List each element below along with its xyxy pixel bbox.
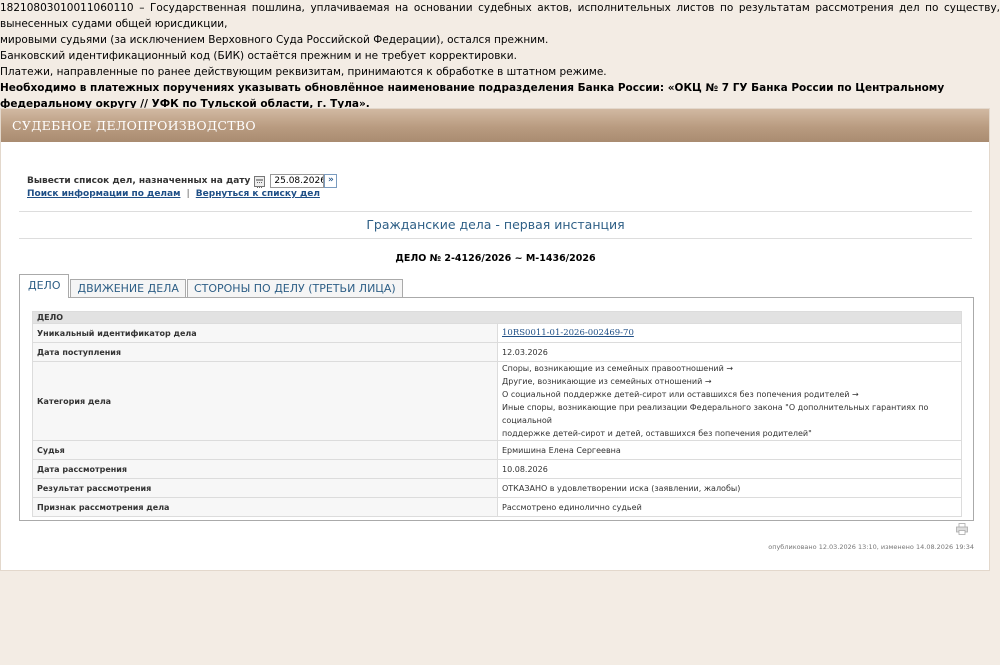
- notice-block: 18210803010011060110 – Государственная п…: [0, 0, 1000, 112]
- case-details-table: ДЕЛО Уникальный идентификатор дела 10RS0…: [32, 311, 962, 517]
- link-separator: |: [186, 189, 190, 199]
- case-tab-content: ДЕЛО Уникальный идентификатор дела 10RS0…: [19, 297, 974, 521]
- table-row: Дата поступления 12.03.2026: [32, 342, 962, 362]
- result-label: Результат рассмотрения: [32, 478, 498, 498]
- result-value: ОТКАЗАНО в удовлетворении иска (заявлени…: [497, 478, 962, 498]
- calendar-icon[interactable]: [254, 175, 266, 188]
- table-row: Результат рассмотрения ОТКАЗАНО в удовле…: [32, 478, 962, 498]
- case-tabs: ДЕЛО ДВИЖЕНИЕ ДЕЛА СТОРОНЫ ПО ДЕЛУ (ТРЕТ…: [19, 274, 404, 298]
- category-line: Иные споры, возникающие при реализации Ф…: [502, 403, 929, 425]
- notice-line: 18210803010011060110 – Государственная п…: [0, 2, 1000, 30]
- divider: [19, 238, 972, 239]
- category-label: Категория дела: [32, 361, 498, 441]
- category-line: Другие, возникающие из семейных отношени…: [502, 377, 712, 386]
- uid-link[interactable]: 10RS0011-01-2026-002469-70: [502, 328, 634, 338]
- tab-case-parties[interactable]: СТОРОНЫ ПО ДЕЛУ (ТРЕТЬИ ЛИЦА): [186, 279, 403, 298]
- table-row: Категория дела Споры, возникающие из сем…: [32, 361, 962, 441]
- date-filter-row: Вывести список дел, назначенных на дату …: [27, 173, 338, 189]
- table-row: Уникальный идентификатор дела 10RS0011-0…: [32, 323, 962, 343]
- category-line: поддержке детей-сирот и детей, оставшихс…: [502, 429, 812, 438]
- uid-label: Уникальный идентификатор дела: [32, 323, 498, 343]
- case-title: ДЕЛО № 2-4126/2026 ~ М-1436/2026: [395, 253, 596, 264]
- table-header: ДЕЛО: [32, 311, 962, 324]
- notice-line: Платежи, направленные по ранее действующ…: [0, 66, 607, 78]
- search-cases-link[interactable]: Поиск информации по делам: [27, 189, 180, 199]
- sign-label: Признак рассмотрения дела: [32, 497, 498, 517]
- table-row: Дата рассмотрения 10.08.2026: [32, 459, 962, 479]
- review-date-label: Дата рассмотрения: [32, 459, 498, 479]
- instance-title: Гражданские дела - первая инстанция: [366, 217, 625, 232]
- table-header-row: ДЕЛО: [32, 311, 962, 324]
- divider: [19, 211, 972, 212]
- nav-links: Поиск информации по делам | Вернуться к …: [27, 189, 320, 199]
- date-filter-label: Вывести список дел, назначенных на дату: [27, 176, 251, 186]
- date-input[interactable]: [270, 174, 325, 188]
- print-icon[interactable]: [956, 523, 968, 535]
- judge-label: Судья: [32, 440, 498, 460]
- panel-title: СУДЕБНОЕ ДЕЛОПРОИЗВОДСТВО: [1, 109, 989, 142]
- table-row: Судья Ермишина Елена Сергеевна: [32, 440, 962, 460]
- tab-case-movement[interactable]: ДВИЖЕНИЕ ДЕЛА: [70, 279, 186, 298]
- tab-case[interactable]: ДЕЛО: [19, 274, 70, 298]
- court-records-panel: СУДЕБНОЕ ДЕЛОПРОИЗВОДСТВО Вывести список…: [0, 108, 990, 571]
- category-line: О социальной поддержке детей-сирот или о…: [502, 390, 859, 399]
- received-label: Дата поступления: [32, 342, 498, 362]
- sign-value: Рассмотрено единолично судьей: [497, 497, 962, 517]
- show-by-date-button[interactable]: »: [324, 174, 338, 188]
- judge-value: Ермишина Елена Сергеевна: [497, 440, 962, 460]
- notice-line: Банковский идентификационный код (БИК) о…: [0, 50, 517, 62]
- review-date-value: 10.08.2026: [497, 459, 962, 479]
- notice-line: мировыми судьями (за исключением Верховн…: [0, 34, 549, 46]
- published-info: опубликовано 12.03.2026 13:10, изменено …: [768, 543, 974, 551]
- table-row: Признак рассмотрения дела Рассмотрено ед…: [32, 497, 962, 517]
- category-line: Споры, возникающие из семейных правоотно…: [502, 364, 734, 373]
- received-value: 12.03.2026: [497, 342, 962, 362]
- category-value: Споры, возникающие из семейных правоотно…: [497, 361, 962, 441]
- back-to-list-link[interactable]: Вернуться к списку дел: [196, 189, 320, 199]
